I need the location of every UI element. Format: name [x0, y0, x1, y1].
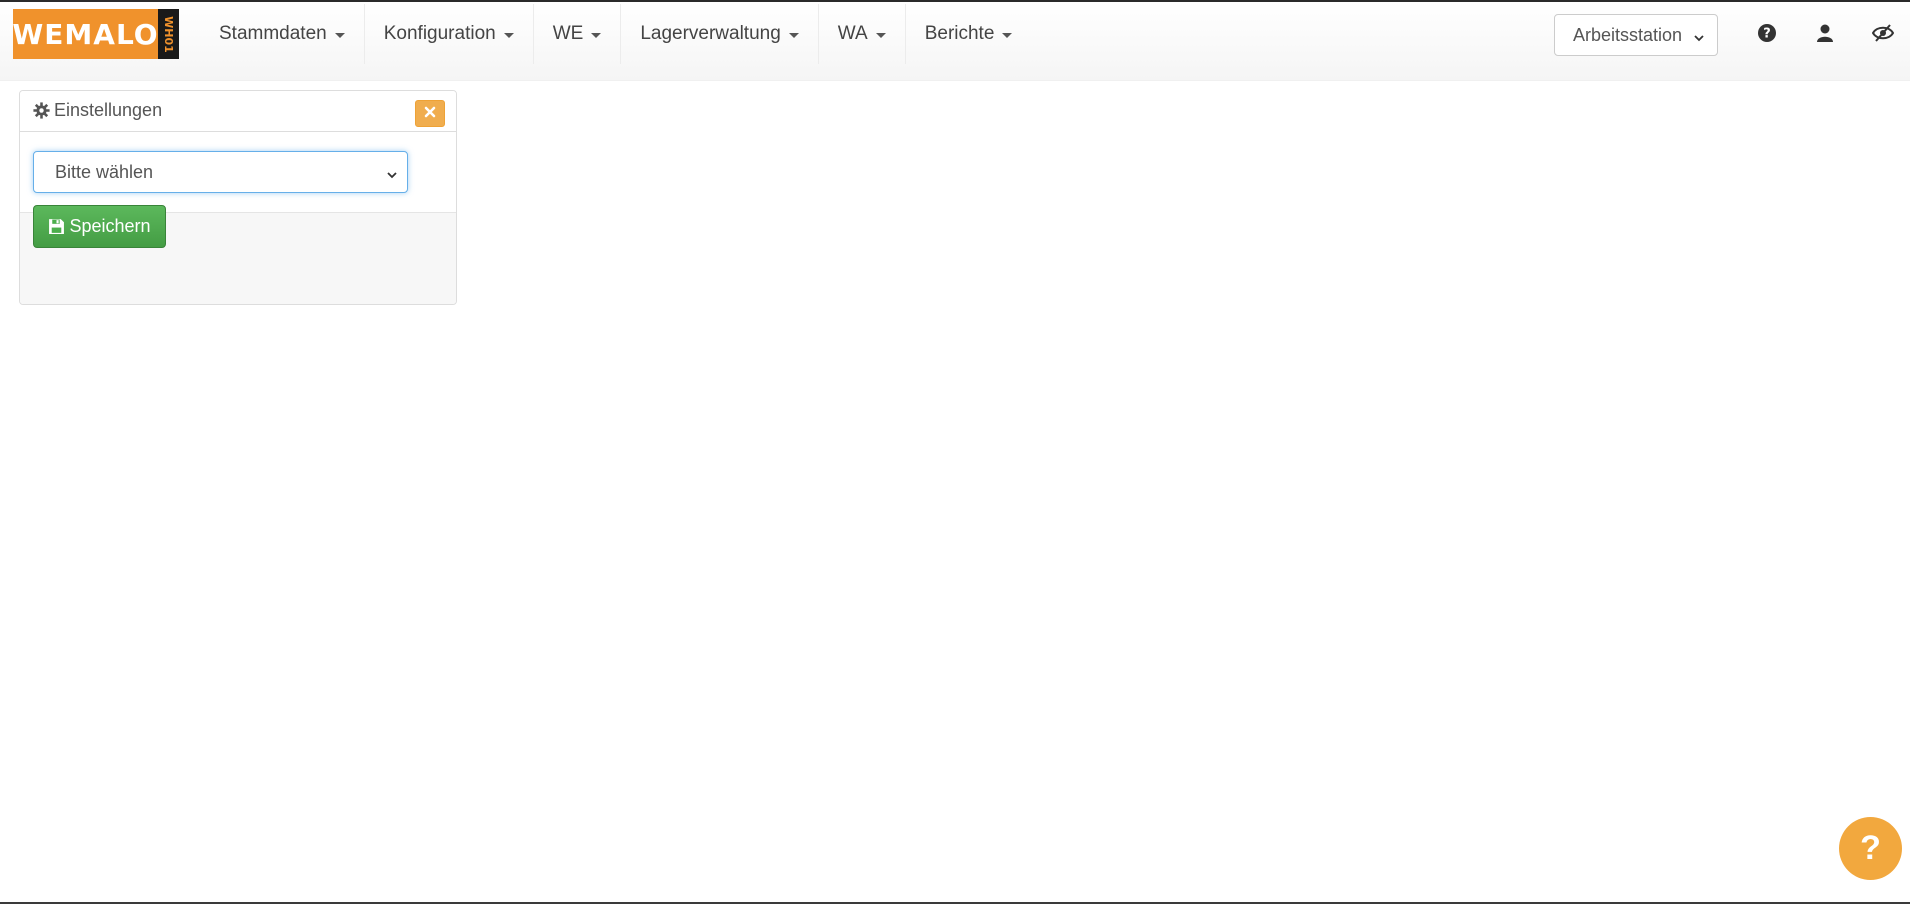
- chevron-down-icon: [386, 165, 398, 186]
- top-navbar: WEMALO WH01 Stammdaten Konfiguration WE …: [0, 2, 1910, 81]
- workstation-select-value: Arbeitsstation: [1573, 24, 1683, 45]
- gear-icon: [33, 102, 50, 119]
- caret-down-icon: [503, 32, 514, 38]
- logo-warehouse-code: WH01: [158, 9, 179, 59]
- nav-item-label: Lagerverwaltung: [640, 23, 781, 44]
- eye-slash-icon: [1871, 23, 1895, 48]
- nav-item-lagerverwaltung[interactable]: Lagerverwaltung: [621, 4, 819, 64]
- nav-item-label: Berichte: [924, 23, 995, 44]
- main-menu: Stammdaten Konfiguration WE Lagerverwalt…: [200, 4, 1031, 64]
- nav-item-berichte[interactable]: Berichte: [906, 4, 1032, 64]
- settings-panel-title: Einstellungen: [33, 100, 162, 121]
- visibility-toggle-button[interactable]: [1868, 20, 1898, 50]
- svg-text:?: ?: [1763, 26, 1771, 41]
- nav-item-we[interactable]: WE: [534, 4, 622, 64]
- save-button[interactable]: Speichern: [33, 205, 166, 248]
- floppy-disk-icon: [48, 218, 65, 235]
- logo-text: WEMALO: [12, 9, 158, 59]
- chevron-down-icon: [1693, 28, 1705, 49]
- nav-item-label: Konfiguration: [383, 23, 496, 44]
- caret-down-icon: [788, 32, 799, 38]
- nav-item-label: WA: [837, 23, 868, 44]
- logo-warehouse-label: WH01: [162, 15, 175, 53]
- caret-down-icon: [591, 32, 602, 38]
- settings-panel-body: Bitte wählen: [20, 132, 456, 213]
- user-button[interactable]: [1810, 20, 1840, 50]
- help-fab-button[interactable]: ?: [1839, 817, 1902, 880]
- close-icon: [424, 105, 436, 123]
- question-circle-icon: ?: [1757, 23, 1777, 48]
- help-button[interactable]: ?: [1752, 20, 1782, 50]
- settings-select-value: Bitte wählen: [55, 161, 154, 182]
- nav-item-wa[interactable]: WA: [819, 4, 906, 64]
- wemalo-logo[interactable]: WEMALO WH01: [12, 9, 179, 59]
- settings-select[interactable]: Bitte wählen: [33, 151, 408, 193]
- settings-panel-title-text: Einstellungen: [54, 100, 163, 120]
- nav-item-stammdaten[interactable]: Stammdaten: [200, 4, 365, 64]
- caret-down-icon: [334, 32, 345, 38]
- settings-panel-heading: Einstellungen: [20, 91, 456, 132]
- nav-item-label: WE: [552, 23, 584, 44]
- save-button-label: Speichern: [69, 216, 151, 236]
- close-panel-button[interactable]: [415, 100, 445, 127]
- nav-item-konfiguration[interactable]: Konfiguration: [365, 4, 534, 64]
- workstation-select[interactable]: Arbeitsstation: [1554, 14, 1718, 56]
- help-fab-label: ?: [1860, 829, 1881, 867]
- user-icon: [1815, 23, 1835, 48]
- settings-panel: Einstellungen Bitte wählen Speichern: [19, 90, 457, 305]
- caret-down-icon: [1002, 32, 1013, 38]
- caret-down-icon: [875, 32, 886, 38]
- nav-item-label: Stammdaten: [219, 23, 327, 44]
